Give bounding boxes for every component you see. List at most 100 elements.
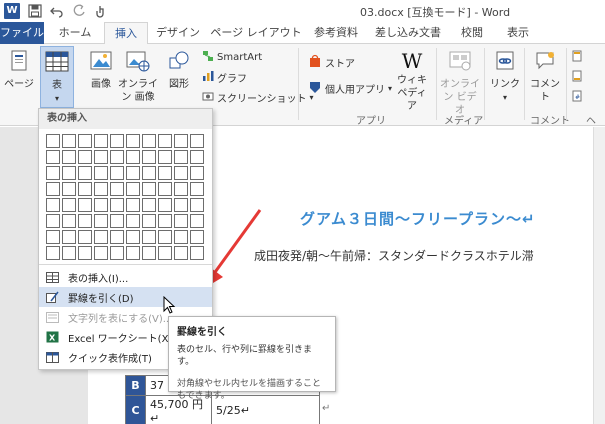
table-grid-cell[interactable] <box>142 182 156 196</box>
table-grid-cell[interactable] <box>142 214 156 228</box>
table-grid-cell[interactable] <box>126 214 140 228</box>
table-grid-cell[interactable] <box>174 246 188 260</box>
touch-icon[interactable] <box>94 4 108 18</box>
table-grid-cell[interactable] <box>62 166 76 180</box>
tab-design[interactable]: デザイン <box>152 22 204 44</box>
table-grid-cell[interactable] <box>126 182 140 196</box>
table-button[interactable]: 表 ▾ <box>40 46 74 108</box>
table-grid-cell[interactable] <box>158 198 172 212</box>
wikipedia-button[interactable]: W ウィキ ペディア <box>394 50 430 113</box>
tab-view[interactable]: 表示 <box>498 22 538 44</box>
table-grid-cell[interactable] <box>46 182 60 196</box>
online-image-button[interactable]: オンライン 画像 <box>118 50 158 104</box>
table-grid-cell[interactable] <box>142 166 156 180</box>
table-grid-cell[interactable] <box>46 150 60 164</box>
table-grid-cell[interactable] <box>174 198 188 212</box>
tab-home[interactable]: ホーム <box>52 22 98 44</box>
table-grid-cell[interactable] <box>142 246 156 260</box>
table-grid-cell[interactable] <box>126 150 140 164</box>
shape-button[interactable]: 図形 <box>164 50 194 91</box>
table-grid-cell[interactable] <box>110 182 124 196</box>
table-grid-cell[interactable] <box>158 150 172 164</box>
image-button[interactable]: 画像 <box>86 50 116 91</box>
table-grid-cell[interactable] <box>110 198 124 212</box>
save-icon[interactable] <box>28 4 42 18</box>
table-grid-cell[interactable] <box>190 182 204 196</box>
table-grid-cell[interactable] <box>190 246 204 260</box>
table-grid-cell[interactable] <box>190 214 204 228</box>
document-subline[interactable]: 成田夜発/朝〜午前帰：スタンダードクラスホテル滞 <box>254 247 534 264</box>
table-grid-cell[interactable] <box>78 150 92 164</box>
page-button[interactable]: ページ <box>2 50 36 91</box>
smartart-button[interactable]: SmartArt <box>202 50 262 65</box>
table-grid-cell[interactable] <box>158 230 172 244</box>
table-grid-cell[interactable] <box>46 134 60 148</box>
table-grid-cell[interactable] <box>190 150 204 164</box>
table-grid-cell[interactable] <box>78 166 92 180</box>
table-size-grid[interactable] <box>46 134 204 260</box>
table-grid-cell[interactable] <box>110 134 124 148</box>
table-grid-cell[interactable] <box>62 134 76 148</box>
table-grid-cell[interactable] <box>78 214 92 228</box>
table-grid-cell[interactable] <box>126 246 140 260</box>
table-grid-cell[interactable] <box>142 230 156 244</box>
table-grid-cell[interactable] <box>94 166 108 180</box>
tab-review[interactable]: 校閲 <box>452 22 492 44</box>
footer-button[interactable] <box>572 70 582 85</box>
table-grid-cell[interactable] <box>110 246 124 260</box>
table-grid-cell[interactable] <box>158 134 172 148</box>
table-grid-cell[interactable] <box>78 182 92 196</box>
table-grid-cell[interactable] <box>142 150 156 164</box>
table-grid-cell[interactable] <box>46 198 60 212</box>
table-grid-cell[interactable] <box>94 182 108 196</box>
vertical-scrollbar[interactable] <box>593 127 605 424</box>
table-grid-cell[interactable] <box>126 134 140 148</box>
menu-item-insert-table[interactable]: 表の挿入(I)... <box>39 267 212 287</box>
table-row-head[interactable]: C <box>125 395 146 424</box>
table-grid-cell[interactable] <box>110 166 124 180</box>
table-grid-cell[interactable] <box>78 134 92 148</box>
undo-icon[interactable] <box>50 4 64 18</box>
table-grid-cell[interactable] <box>46 230 60 244</box>
table-grid-cell[interactable] <box>94 150 108 164</box>
graph-button[interactable]: グラフ <box>202 70 247 85</box>
menu-item-draw-table[interactable]: 罫線を引く(D) <box>39 287 212 307</box>
tab-insert[interactable]: 挿入 <box>104 22 148 45</box>
table-grid-cell[interactable] <box>94 230 108 244</box>
table-grid-cell[interactable] <box>62 230 76 244</box>
table-grid-cell[interactable] <box>46 246 60 260</box>
online-video-button[interactable]: オンライン ビデオ <box>440 50 480 117</box>
table-grid-cell[interactable] <box>158 246 172 260</box>
table-grid-cell[interactable] <box>190 166 204 180</box>
table-grid-cell[interactable] <box>174 134 188 148</box>
tab-file[interactable]: ファイル <box>0 22 44 44</box>
table-row-head[interactable]: B <box>125 375 146 396</box>
tab-references[interactable]: 参考資料 <box>308 22 364 44</box>
tab-mailings[interactable]: 差し込み文書 <box>370 22 446 44</box>
table-grid-cell[interactable] <box>158 166 172 180</box>
link-button[interactable]: リンク ▾ <box>488 50 522 104</box>
table-grid-cell[interactable] <box>110 214 124 228</box>
table-grid-cell[interactable] <box>62 182 76 196</box>
redo-icon[interactable] <box>72 4 86 18</box>
table-grid-cell[interactable] <box>174 166 188 180</box>
table-grid-cell[interactable] <box>190 230 204 244</box>
table-grid-cell[interactable] <box>62 246 76 260</box>
table-grid-cell[interactable] <box>174 214 188 228</box>
table-grid-cell[interactable] <box>78 198 92 212</box>
page-number-button[interactable]: # <box>572 90 582 105</box>
table-grid-cell[interactable] <box>158 182 172 196</box>
tab-page-layout[interactable]: ページ レイアウト <box>210 22 302 44</box>
document-heading[interactable]: グアム３日間〜フリープラン〜↵ <box>300 208 536 229</box>
table-grid-cell[interactable] <box>174 182 188 196</box>
table-grid-cell[interactable] <box>94 246 108 260</box>
table-grid-cell[interactable] <box>142 198 156 212</box>
screenshot-button[interactable]: スクリーンショット ▾ <box>202 90 314 105</box>
table-grid-cell[interactable] <box>110 230 124 244</box>
table-grid-cell[interactable] <box>126 166 140 180</box>
table-grid-cell[interactable] <box>158 214 172 228</box>
table-grid-cell[interactable] <box>78 230 92 244</box>
table-grid-cell[interactable] <box>126 230 140 244</box>
personal-apps-button[interactable]: 個人用アプリ ▾ <box>308 80 392 97</box>
table-grid-cell[interactable] <box>62 150 76 164</box>
